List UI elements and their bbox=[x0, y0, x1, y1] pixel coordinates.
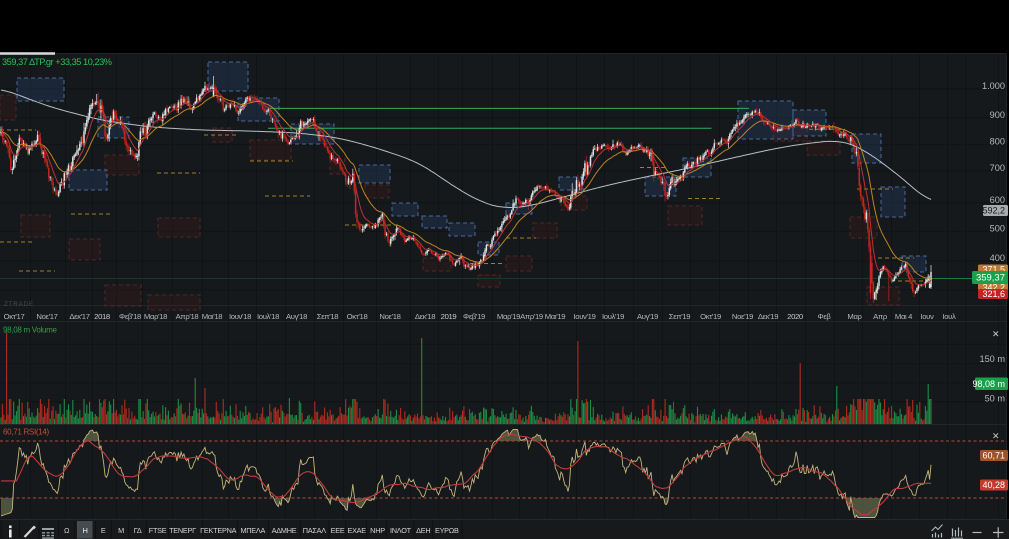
svg-text:900: 900 bbox=[990, 110, 1005, 120]
svg-text:✕: ✕ bbox=[992, 329, 1000, 339]
svg-text:Οκτ'17: Οκτ'17 bbox=[4, 312, 25, 321]
svg-text:ΙΝΛΟΤ: ΙΝΛΟΤ bbox=[390, 526, 412, 535]
svg-text:50 m: 50 m bbox=[985, 393, 1006, 403]
svg-text:Νοε'18: Νοε'18 bbox=[379, 312, 400, 321]
svg-text:98,08 m: 98,08 m bbox=[972, 379, 1005, 389]
svg-text:98,08 m Volume: 98,08 m Volume bbox=[3, 326, 57, 335]
svg-text:359,37 ΔΤΡ.gr +33,35 10,23%: 359,37 ΔΤΡ.gr +33,35 10,23% bbox=[2, 57, 112, 67]
svg-text:ΤΕΝΕΡΓ: ΤΕΝΕΡΓ bbox=[169, 526, 196, 535]
svg-text:700: 700 bbox=[990, 163, 1005, 173]
svg-text:ΠΑΣΑΛ: ΠΑΣΑΛ bbox=[303, 526, 327, 535]
svg-text:Σεπ'18: Σεπ'18 bbox=[317, 312, 338, 321]
svg-text:400: 400 bbox=[990, 253, 1005, 263]
svg-text:Απρ'19: Απρ'19 bbox=[520, 312, 543, 321]
svg-text:Σεπ'19: Σεπ'19 bbox=[669, 312, 690, 321]
svg-text:ΓΔ: ΓΔ bbox=[134, 526, 142, 535]
svg-text:592,2: 592,2 bbox=[982, 206, 1005, 216]
svg-text:ΑΔΜΗΕ: ΑΔΜΗΕ bbox=[272, 526, 297, 535]
svg-text:Δεκ'18: Δεκ'18 bbox=[415, 312, 435, 321]
svg-text:Αυγ'19: Αυγ'19 bbox=[637, 312, 658, 321]
svg-text:Μαρ: Μαρ bbox=[847, 312, 862, 321]
svg-text:Η: Η bbox=[83, 526, 88, 535]
svg-text:Μαι'18: Μαι'18 bbox=[202, 312, 223, 321]
svg-text:Απρ'18: Απρ'18 bbox=[176, 312, 199, 321]
svg-text:359,37: 359,37 bbox=[976, 273, 1005, 284]
svg-text:Νοε'17: Νοε'17 bbox=[36, 312, 57, 321]
svg-text:Μαι 4: Μαι 4 bbox=[895, 312, 913, 321]
svg-text:Ε: Ε bbox=[101, 526, 106, 535]
svg-text:Ιουν'18: Ιουν'18 bbox=[229, 312, 251, 321]
svg-text:Ιουλ'19: Ιουλ'19 bbox=[602, 312, 624, 321]
svg-text:ZTRADE: ZTRADE bbox=[4, 301, 34, 308]
svg-text:Μαι'19: Μαι'19 bbox=[545, 312, 566, 321]
svg-text:150 m: 150 m bbox=[979, 354, 1005, 364]
svg-text:60,71 RSI(14): 60,71 RSI(14) bbox=[3, 428, 50, 437]
svg-text:Ω: Ω bbox=[64, 526, 70, 535]
svg-text:800: 800 bbox=[990, 137, 1005, 147]
svg-text:40,28: 40,28 bbox=[982, 480, 1005, 490]
svg-text:Φεβ'18: Φεβ'18 bbox=[119, 312, 141, 321]
svg-text:Ιουλ: Ιουλ bbox=[942, 312, 956, 321]
svg-text:2019: 2019 bbox=[441, 312, 457, 321]
svg-text:Φεβ'19: Φεβ'19 bbox=[463, 312, 485, 321]
svg-text:Μαρ'19: Μαρ'19 bbox=[497, 312, 520, 321]
svg-text:Δεκ'17: Δεκ'17 bbox=[69, 312, 89, 321]
svg-text:2018: 2018 bbox=[94, 312, 110, 321]
svg-text:ΕΧΑΕ: ΕΧΑΕ bbox=[347, 526, 366, 535]
svg-text:ΝΗΡ: ΝΗΡ bbox=[370, 526, 385, 535]
svg-text:Ιουν: Ιουν bbox=[920, 312, 934, 321]
svg-text:500: 500 bbox=[990, 224, 1005, 234]
svg-text:ΕΕΕ: ΕΕΕ bbox=[331, 526, 345, 535]
svg-text:✕: ✕ bbox=[992, 431, 1000, 441]
svg-text:ΓΕΚΤΕΡΝΑ: ΓΕΚΤΕΡΝΑ bbox=[200, 526, 236, 535]
svg-text:60,71: 60,71 bbox=[982, 451, 1005, 461]
svg-text:Οκτ'18: Οκτ'18 bbox=[347, 312, 368, 321]
svg-text:FTSE: FTSE bbox=[149, 526, 167, 535]
svg-text:Μ: Μ bbox=[118, 526, 124, 535]
svg-text:1.000: 1.000 bbox=[982, 81, 1005, 91]
svg-text:2020: 2020 bbox=[787, 312, 803, 321]
svg-text:ΜΠΕΛΑ: ΜΠΕΛΑ bbox=[240, 526, 265, 535]
svg-text:Φεβ: Φεβ bbox=[818, 312, 832, 321]
svg-text:ΕΥΡΩΒ: ΕΥΡΩΒ bbox=[435, 526, 459, 535]
svg-text:321,6: 321,6 bbox=[982, 289, 1005, 299]
svg-text:Μαρ'18: Μαρ'18 bbox=[144, 312, 167, 321]
svg-text:Νοε'19: Νοε'19 bbox=[732, 312, 753, 321]
svg-text:Αυγ'18: Αυγ'18 bbox=[286, 312, 307, 321]
svg-text:Ιουλ'18: Ιουλ'18 bbox=[257, 312, 279, 321]
svg-text:Απρ: Απρ bbox=[873, 312, 888, 321]
svg-text:ΔΕΗ: ΔΕΗ bbox=[416, 526, 430, 535]
svg-text:Οκτ'19: Οκτ'19 bbox=[700, 312, 721, 321]
svg-text:Δεκ'19: Δεκ'19 bbox=[758, 312, 778, 321]
svg-text:600: 600 bbox=[990, 195, 1005, 205]
svg-text:Ιουν'19: Ιουν'19 bbox=[573, 312, 595, 321]
